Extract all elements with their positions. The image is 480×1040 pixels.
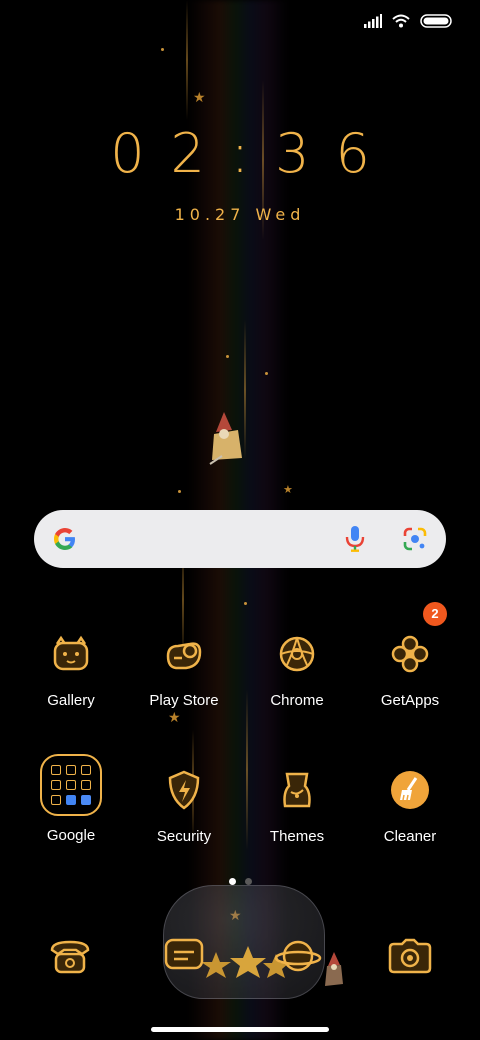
wallpaper-streak <box>186 0 188 120</box>
security-icon <box>168 770 200 810</box>
mini-app-icon <box>50 765 61 776</box>
star-icon: ★ <box>168 709 181 725</box>
chrome-icon <box>279 636 315 672</box>
messages-icon[interactable] <box>160 936 208 976</box>
mini-app-icon <box>81 765 92 776</box>
app-label: Play Store <box>149 692 219 709</box>
sparkle-dot <box>161 48 164 51</box>
signal-icon <box>364 14 382 28</box>
app-label: Google <box>46 827 96 844</box>
getapps-icon <box>391 635 429 673</box>
browser-icon[interactable] <box>274 936 322 976</box>
mic-icon[interactable] <box>344 525 366 553</box>
wifi-icon <box>392 14 410 28</box>
page-indicator[interactable] <box>0 878 480 885</box>
page-dot <box>244 878 252 885</box>
google-g-icon <box>54 528 75 550</box>
app-themes[interactable]: Themes <box>242 766 352 845</box>
mini-app-icon <box>81 794 92 805</box>
witch-figure-small <box>325 952 343 986</box>
app-security[interactable]: Security <box>129 766 239 845</box>
clock-date[interactable]: 10.27 Wed <box>0 205 480 224</box>
app-label: Themes <box>269 828 325 845</box>
app-cleaner[interactable]: Cleaner <box>355 766 465 845</box>
app-play-store[interactable]: Play Store <box>129 630 239 709</box>
notification-badge: 2 <box>423 602 447 626</box>
app-label: Chrome <box>270 692 324 709</box>
mini-app-icon <box>65 765 76 776</box>
google-search-bar[interactable] <box>34 510 446 568</box>
star-icon: ★ <box>193 89 206 105</box>
mini-app-icon <box>81 779 92 790</box>
app-chrome[interactable]: Chrome <box>242 630 352 709</box>
app-label: Gallery <box>47 692 95 709</box>
app-label: GetApps <box>380 692 440 709</box>
app-getapps[interactable]: 2 GetApps <box>355 602 465 709</box>
sparkle-dot <box>244 602 247 605</box>
cleaner-icon <box>391 771 429 809</box>
themes-icon <box>283 772 311 808</box>
app-folder-google[interactable]: Google <box>16 754 126 844</box>
star-icon: ★ <box>283 484 293 496</box>
camera-icon[interactable] <box>386 936 434 976</box>
gallery-icon <box>53 635 89 671</box>
mini-app-icon <box>50 779 61 790</box>
lens-icon[interactable] <box>402 526 428 552</box>
page-dot-active <box>228 878 236 885</box>
phone-icon[interactable] <box>46 936 94 976</box>
clock-time[interactable]: 02:36 <box>0 122 480 185</box>
witch-figure <box>209 412 242 465</box>
mini-app-icon <box>65 794 76 805</box>
mini-app-icon <box>50 794 61 805</box>
app-label: Cleaner <box>383 828 437 845</box>
app-gallery[interactable]: Gallery <box>16 630 126 709</box>
play-store-icon <box>166 642 202 670</box>
sparkle-dot <box>226 355 229 358</box>
sparkle-dot <box>265 372 268 375</box>
mini-app-icon <box>65 779 76 790</box>
app-label: Security <box>156 828 212 845</box>
gesture-nav-handle[interactable] <box>151 1027 329 1032</box>
status-bar <box>364 10 452 32</box>
sparkle-dot <box>178 490 181 493</box>
folder-icon <box>40 754 102 816</box>
battery-icon <box>420 14 452 28</box>
